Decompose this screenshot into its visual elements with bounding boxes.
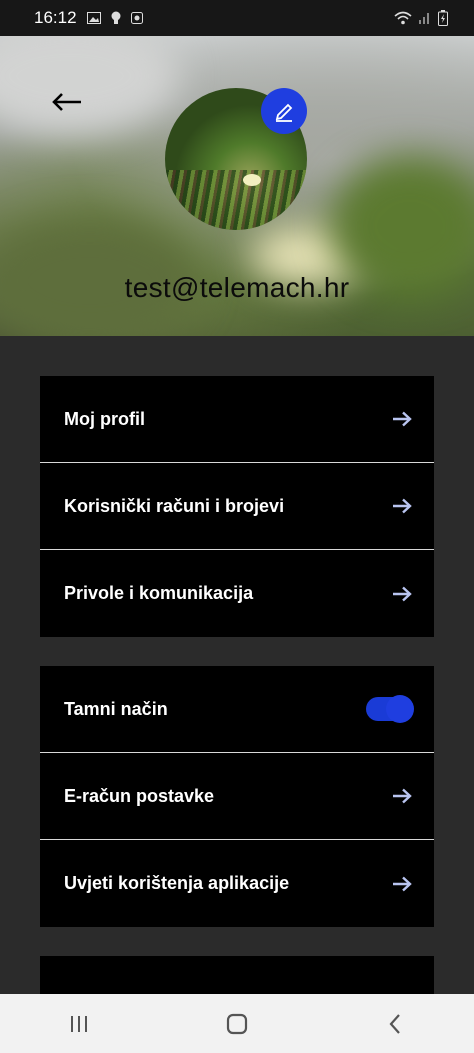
- battery-icon: [438, 10, 448, 26]
- bulb-icon: [111, 11, 121, 24]
- menu-item-label: Korisnički računi i brojevi: [64, 495, 285, 516]
- app-icon: [130, 12, 143, 24]
- system-nav-bar: [0, 994, 474, 1053]
- chevron-left-icon: [389, 1013, 400, 1034]
- arrow-right-icon: [393, 586, 412, 601]
- menu-item-label: Moj profil: [64, 408, 145, 429]
- menu-item-label: Tamni način: [64, 698, 168, 719]
- arrow-right-icon: [393, 876, 412, 891]
- menu-item-privole[interactable]: Privole i komunikacija: [40, 550, 434, 637]
- menu-card-more: [40, 956, 434, 994]
- status-bar: 16:12: [0, 0, 474, 36]
- dark-mode-toggle[interactable]: [366, 695, 414, 723]
- status-time: 16:12: [34, 8, 77, 27]
- signal-icon: [419, 13, 429, 24]
- recent-apps-icon: [71, 1015, 87, 1032]
- image-icon: [86, 12, 101, 24]
- home-button[interactable]: [207, 1004, 267, 1044]
- arrow-right-icon: [393, 788, 412, 804]
- menu-item-label: Privole i komunikacija: [64, 583, 254, 603]
- menu-item-korisnicki-racuni[interactable]: Korisnički računi i brojevi: [40, 463, 434, 550]
- profile-header: test@telemach.hr: [0, 36, 474, 336]
- wifi-icon: [394, 11, 412, 25]
- back-nav-button[interactable]: [365, 1004, 425, 1044]
- avatar-photo-grass: [165, 170, 307, 230]
- menu-card-settings: Tamni način E-račun postavke Uvjeti kori…: [40, 666, 434, 927]
- home-icon: [226, 1013, 248, 1034]
- menu-item-uvjeti[interactable]: Uvjeti korištenja aplikacije: [40, 840, 434, 927]
- user-email: test@telemach.hr: [124, 272, 350, 303]
- recent-apps-button[interactable]: [49, 1004, 109, 1044]
- background-blur: [0, 36, 180, 136]
- avatar-photo-flower: [243, 174, 261, 186]
- menu-item-tamni-nacin: Tamni način: [40, 666, 434, 753]
- menu-item-label: Uvjeti korištenja aplikacije: [64, 873, 290, 893]
- menu-item-partial[interactable]: [40, 956, 434, 994]
- back-button[interactable]: [46, 86, 88, 118]
- menu-item-moj-profil[interactable]: Moj profil: [40, 376, 434, 463]
- arrow-left-icon: [52, 93, 81, 111]
- menu-card-account: Moj profil Korisnički računi i brojevi P…: [40, 376, 434, 637]
- menu-item-e-racun[interactable]: E-račun postavke: [40, 753, 434, 840]
- edit-avatar-button[interactable]: [261, 88, 307, 134]
- pencil-icon: [275, 103, 293, 122]
- menu-item-label: E-račun postavke: [64, 785, 215, 806]
- arrow-right-icon: [393, 411, 412, 427]
- toggle-knob: [386, 695, 414, 723]
- arrow-right-icon: [393, 498, 412, 514]
